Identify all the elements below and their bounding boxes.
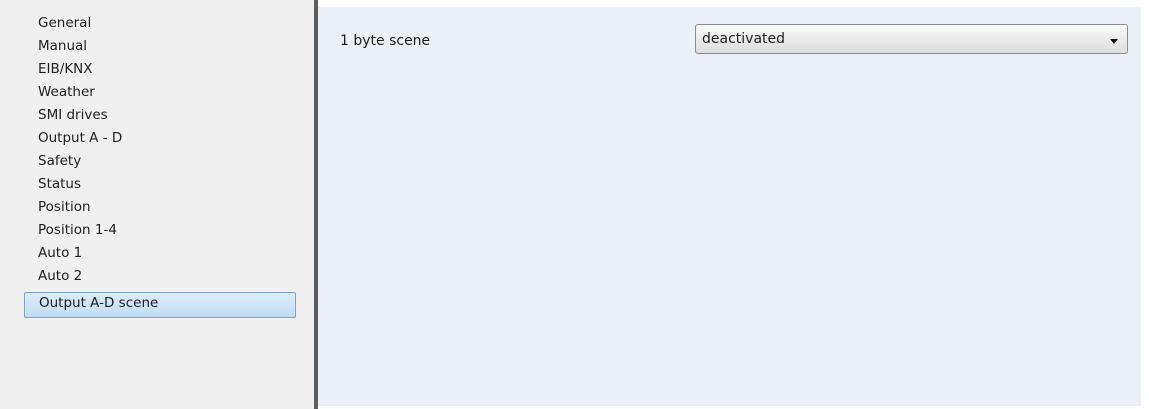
- chevron-down-icon: [1110, 39, 1118, 44]
- sidebar-item-general[interactable]: General: [24, 12, 296, 35]
- sidebar-item-position[interactable]: Position: [24, 196, 296, 219]
- sidebar-item-smi-drives[interactable]: SMI drives: [24, 104, 296, 127]
- parameter-panel: 1 byte scene deactivated: [318, 7, 1141, 406]
- sidebar-item-eib-knx[interactable]: EIB/KNX: [24, 58, 296, 81]
- sidebar-item-status[interactable]: Status: [24, 173, 296, 196]
- sidebar-item-manual[interactable]: Manual: [24, 35, 296, 58]
- sidebar-item-auto-1[interactable]: Auto 1: [24, 242, 296, 265]
- sidebar-list: General Manual EIB/KNX Weather SMI drive…: [24, 12, 296, 318]
- scene-dropdown[interactable]: deactivated: [695, 24, 1128, 54]
- scene-parameter-label: 1 byte scene: [340, 33, 431, 49]
- sidebar-item-position-1-4[interactable]: Position 1-4: [24, 219, 296, 242]
- sidebar-item-auto-2[interactable]: Auto 2: [24, 265, 296, 288]
- sidebar-item-weather[interactable]: Weather: [24, 81, 296, 104]
- sidebar-item-safety[interactable]: Safety: [24, 150, 296, 173]
- sidebar-item-output-a-d[interactable]: Output A - D: [24, 127, 296, 150]
- sidebar-item-output-a-d-scene[interactable]: Output A-D scene: [24, 292, 296, 318]
- sidebar-nav: General Manual EIB/KNX Weather SMI drive…: [0, 0, 314, 409]
- scene-dropdown-value: deactivated: [702, 31, 786, 47]
